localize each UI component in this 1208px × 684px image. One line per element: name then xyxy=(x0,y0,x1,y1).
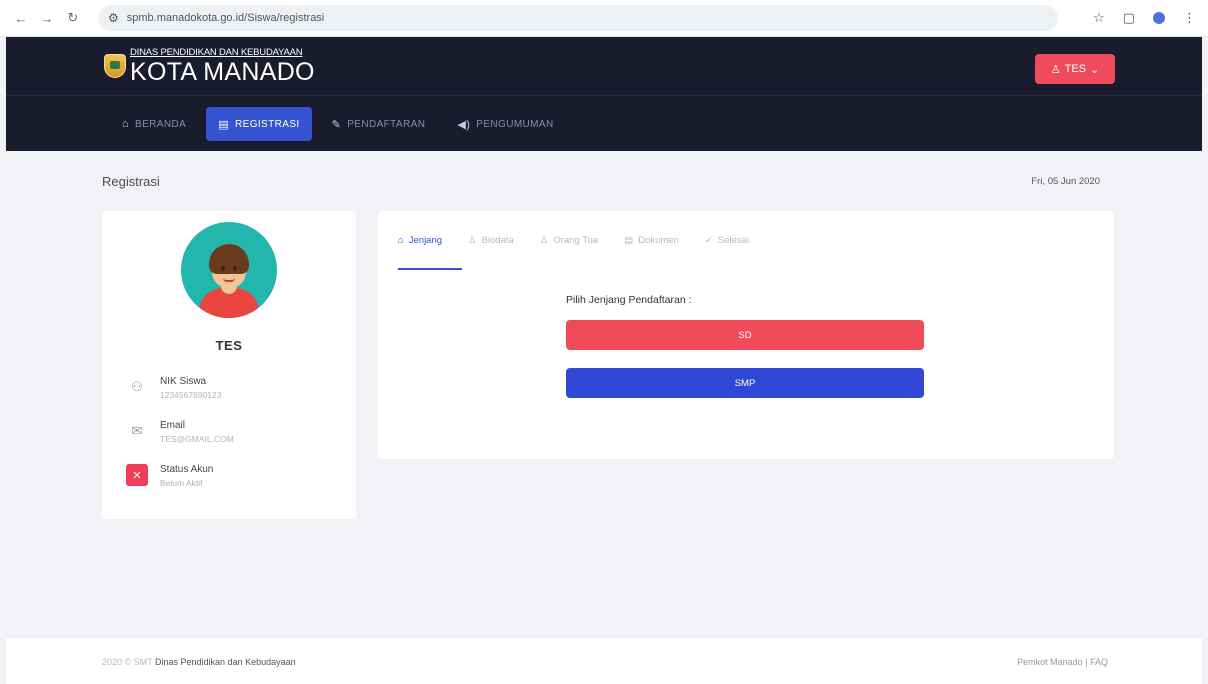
nav-item-label: REGISTRASI xyxy=(235,118,300,130)
clipboard-icon: ▤ xyxy=(218,118,229,131)
avatar xyxy=(181,222,277,318)
tab-jenjang[interactable]: ⌂ Jenjang xyxy=(398,233,442,247)
page-title: Registrasi xyxy=(102,174,160,189)
forward-icon[interactable]: → xyxy=(36,7,58,29)
extensions-icon[interactable]: ▢ xyxy=(1123,10,1135,26)
nav-item-label: PENDAFTARAN xyxy=(347,118,426,130)
tab-label: Jenjang xyxy=(408,234,443,246)
tab-label: Dokumen xyxy=(638,234,679,246)
reload-icon[interactable]: ↻ xyxy=(62,7,84,29)
active-tab-indicator xyxy=(398,268,462,270)
info-email: ✉ Email TES@GMAIL.COM xyxy=(126,420,234,444)
header-divider xyxy=(6,95,1202,96)
crest-icon xyxy=(104,48,126,84)
user-menu-label: TES xyxy=(1064,63,1087,75)
info-nik: ⚇ NIK Siswa 1234567890123 xyxy=(126,376,221,400)
registration-card: ⌂ Jenjang ♙ Biodata ♙ Orang Tua ▤ Dokume… xyxy=(378,211,1114,459)
wizard-tabs: ⌂ Jenjang ♙ Biodata ♙ Orang Tua ▤ Dokume… xyxy=(398,233,749,247)
info-label: Status Akun xyxy=(160,464,214,475)
info-status: ✕ Status Akun Belum Aktif xyxy=(126,464,213,488)
school-icon: ⌂ xyxy=(398,234,404,246)
nav-item-pengumuman[interactable]: ◀) PENGUMUMAN xyxy=(445,107,565,141)
edit-icon: ✎ xyxy=(331,118,342,131)
browser-actions: ☆ ▢ ⋮ xyxy=(1093,10,1196,26)
tab-label: Biodata xyxy=(481,234,514,246)
megaphone-icon: ◀) xyxy=(457,118,471,131)
info-label: Email xyxy=(160,420,186,431)
brand-logo-link[interactable]: DINAS PENDIDIKAN DAN KEBUDAYAAN KOTA MAN… xyxy=(104,47,315,85)
tab-selesai[interactable]: ✓ Selesai xyxy=(705,233,749,247)
footer-copyright: 2020 © SMT Dinas Pendidikan dan Kebudaya… xyxy=(102,657,296,667)
site-header: DINAS PENDIDIKAN DAN KEBUDAYAAN KOTA MAN… xyxy=(6,37,1202,151)
site-info-icon[interactable]: ⚙ xyxy=(108,11,119,25)
profile-icon[interactable] xyxy=(1153,12,1165,24)
info-value: TES@GMAIL.COM xyxy=(160,434,234,444)
brand-title: KOTA MANADO xyxy=(130,58,315,86)
nav-item-label: PENGUMUMAN xyxy=(476,118,554,130)
tab-orang-tua[interactable]: ♙ Orang Tua xyxy=(540,233,598,247)
menu-kebab-icon[interactable]: ⋮ xyxy=(1183,10,1196,26)
page-date: Fri, 05 Jun 2020 xyxy=(1031,176,1100,187)
back-icon[interactable]: ← xyxy=(10,7,32,29)
info-value: Belum Aktif xyxy=(160,478,203,488)
home-icon: ⌂ xyxy=(122,118,130,130)
chevron-down-icon: ⌄ xyxy=(1090,63,1100,76)
footer-org[interactable]: Dinas Pendidikan dan Kebudayaan xyxy=(155,657,296,667)
nav-item-registrasi[interactable]: ▤ REGISTRASI xyxy=(206,107,312,141)
tab-dokumen[interactable]: ▤ Dokumen xyxy=(624,233,679,247)
nav-item-pendaftaran[interactable]: ✎ PENDAFTARAN xyxy=(320,107,438,141)
top-navigation: ⌂ BERANDA ▤ REGISTRASI ✎ PENDAFTARAN ◀) … xyxy=(110,107,566,141)
url-text[interactable]: spmb.manadokota.go.id/Siswa/registrasi xyxy=(127,12,324,24)
level-prompt: Pilih Jenjang Pendaftaran : xyxy=(566,294,692,306)
users-icon: ♙ xyxy=(539,234,549,246)
tab-label: Orang Tua xyxy=(553,234,599,246)
check-icon: ✓ xyxy=(704,234,713,246)
user-icon: ♙ xyxy=(468,234,477,246)
nav-item-label: BERANDA xyxy=(135,118,187,130)
id-card-icon: ⚇ xyxy=(131,379,143,394)
level-smp-button[interactable]: SMP xyxy=(566,368,924,398)
close-icon: ✕ xyxy=(126,464,148,486)
tab-biodata[interactable]: ♙ Biodata xyxy=(468,233,514,247)
document-icon: ▤ xyxy=(624,234,634,246)
envelope-icon: ✉ xyxy=(131,423,143,438)
nav-item-beranda[interactable]: ⌂ BERANDA xyxy=(110,107,198,141)
level-sd-button[interactable]: SD xyxy=(566,320,924,350)
info-value: 1234567890123 xyxy=(160,390,222,400)
bookmark-star-icon[interactable]: ☆ xyxy=(1093,10,1105,26)
profile-name: TES xyxy=(215,338,243,353)
info-label: NIK Siswa xyxy=(160,376,207,387)
tab-label: Selesai xyxy=(717,234,750,246)
browser-toolbar: ← → ↻ ⚙ spmb.manadokota.go.id/Siswa/regi… xyxy=(0,0,1208,37)
footer: 2020 © SMT Dinas Pendidikan dan Kebudaya… xyxy=(6,637,1202,684)
copyright-text: 2020 © SMT xyxy=(102,657,153,667)
user-icon: ♙ xyxy=(1050,63,1061,76)
browser-nav: ← → ↻ xyxy=(10,7,84,29)
footer-links[interactable]: Pemkot Manado | FAQ xyxy=(1017,657,1108,667)
address-bar[interactable]: ⚙ spmb.manadokota.go.id/Siswa/registrasi xyxy=(98,5,1058,31)
profile-card: TES ⚇ NIK Siswa 1234567890123 ✉ Email TE… xyxy=(102,211,356,519)
user-menu-button[interactable]: ♙ TES ⌄ xyxy=(1035,54,1115,84)
